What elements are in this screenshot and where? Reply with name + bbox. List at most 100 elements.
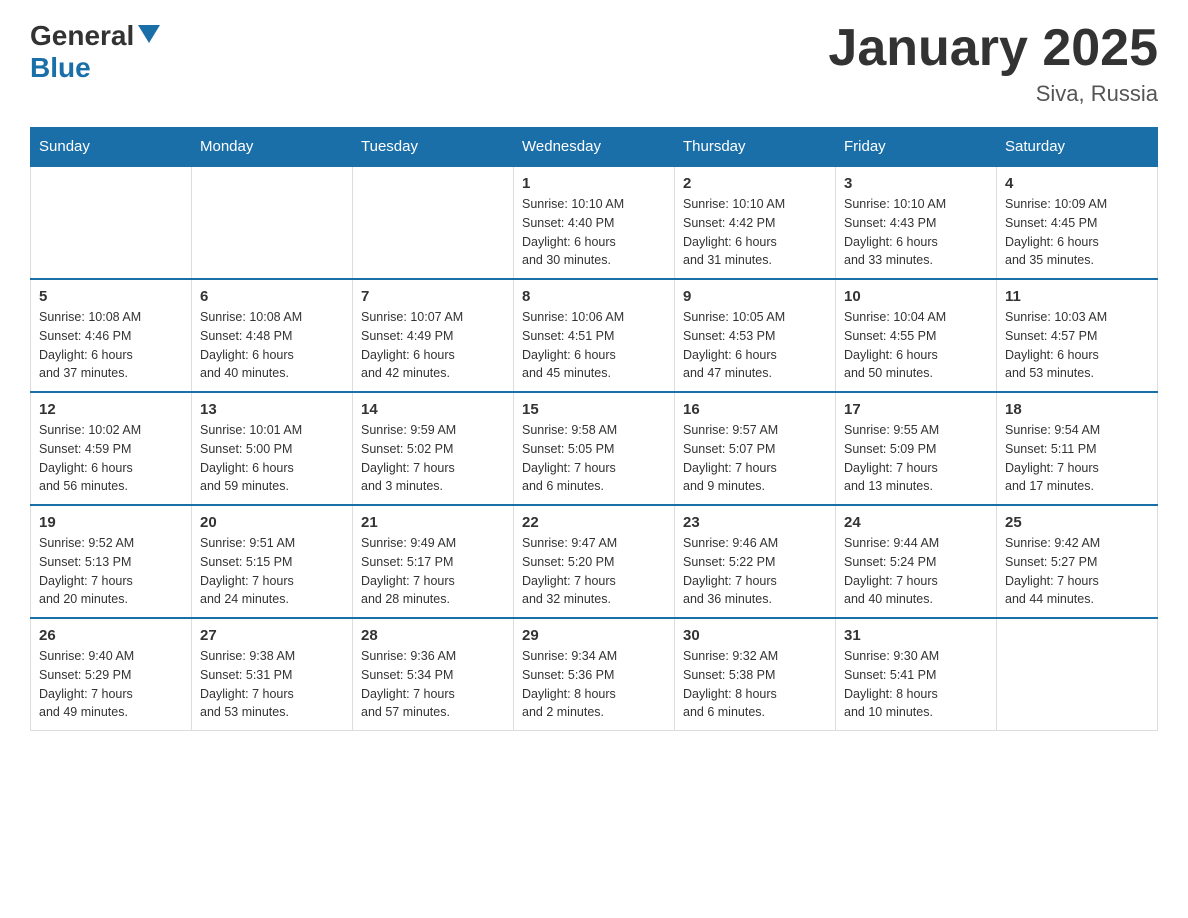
calendar-cell: 31 Sunrise: 9:30 AM Sunset: 5:41 PM Dayli… [836, 618, 997, 731]
day-number: 27 [200, 627, 344, 644]
calendar-subtitle: Siva, Russia [828, 81, 1158, 107]
day-info: Sunrise: 9:59 AM Sunset: 5:02 PM Dayligh… [361, 421, 505, 496]
day-number: 4 [1005, 175, 1149, 192]
day-number: 3 [844, 175, 988, 192]
header-thursday: Thursday [675, 128, 836, 167]
day-number: 7 [361, 288, 505, 305]
day-number: 18 [1005, 401, 1149, 418]
day-info: Sunrise: 10:05 AM Sunset: 4:53 PM Daylig… [683, 308, 827, 383]
calendar-cell: 8 Sunrise: 10:06 AM Sunset: 4:51 PM Dayli… [514, 279, 675, 392]
calendar-cell: 1Sunrise: 10:10 AM Sunset: 4:40 PM Dayli… [514, 166, 675, 279]
day-info: Sunrise: 9:55 AM Sunset: 5:09 PM Dayligh… [844, 421, 988, 496]
day-number: 19 [39, 514, 183, 531]
day-info: Sunrise: 10:10 AM Sunset: 4:40 PM Daylig… [522, 195, 666, 270]
day-number: 11 [1005, 288, 1149, 305]
day-info: Sunrise: 9:36 AM Sunset: 5:34 PM Dayligh… [361, 647, 505, 722]
day-number: 8 [522, 288, 666, 305]
day-number: 13 [200, 401, 344, 418]
day-info: Sunrise: 10:07 AM Sunset: 4:49 PM Daylig… [361, 308, 505, 383]
calendar-cell [31, 166, 192, 279]
week-row-4: 19 Sunrise: 9:52 AM Sunset: 5:13 PM Dayli… [31, 505, 1158, 618]
calendar-cell: 17 Sunrise: 9:55 AM Sunset: 5:09 PM Dayli… [836, 392, 997, 505]
day-info: Sunrise: 9:38 AM Sunset: 5:31 PM Dayligh… [200, 647, 344, 722]
day-info: Sunrise: 10:09 AM Sunset: 4:45 PM Daylig… [1005, 195, 1149, 270]
calendar-cell: 10 Sunrise: 10:04 AM Sunset: 4:55 PM Dayl… [836, 279, 997, 392]
day-number: 10 [844, 288, 988, 305]
calendar-cell: 6 Sunrise: 10:08 AM Sunset: 4:48 PM Dayli… [192, 279, 353, 392]
day-number: 21 [361, 514, 505, 531]
day-info: Sunrise: 9:46 AM Sunset: 5:22 PM Dayligh… [683, 534, 827, 609]
week-row-2: 5Sunrise: 10:08 AM Sunset: 4:46 PM Dayli… [31, 279, 1158, 392]
calendar-cell: 30 Sunrise: 9:32 AM Sunset: 5:38 PM Dayli… [675, 618, 836, 731]
day-info: Sunrise: 9:30 AM Sunset: 5:41 PM Dayligh… [844, 647, 988, 722]
calendar-table: SundayMondayTuesdayWednesdayThursdayFrid… [30, 127, 1158, 731]
day-number: 6 [200, 288, 344, 305]
calendar-cell: 23 Sunrise: 9:46 AM Sunset: 5:22 PM Dayli… [675, 505, 836, 618]
day-info: Sunrise: 9:49 AM Sunset: 5:17 PM Dayligh… [361, 534, 505, 609]
calendar-cell: 27 Sunrise: 9:38 AM Sunset: 5:31 PM Dayli… [192, 618, 353, 731]
calendar-cell: 25 Sunrise: 9:42 AM Sunset: 5:27 PM Dayli… [997, 505, 1158, 618]
day-number: 26 [39, 627, 183, 644]
calendar-cell [192, 166, 353, 279]
day-info: Sunrise: 9:57 AM Sunset: 5:07 PM Dayligh… [683, 421, 827, 496]
calendar-cell: 20 Sunrise: 9:51 AM Sunset: 5:15 PM Dayli… [192, 505, 353, 618]
calendar-cell [353, 166, 514, 279]
header-saturday: Saturday [997, 128, 1158, 167]
calendar-cell: 5Sunrise: 10:08 AM Sunset: 4:46 PM Dayli… [31, 279, 192, 392]
calendar-cell: 16Sunrise: 9:57 AM Sunset: 5:07 PM Dayli… [675, 392, 836, 505]
calendar-cell: 28 Sunrise: 9:36 AM Sunset: 5:34 PM Dayli… [353, 618, 514, 731]
header-wednesday: Wednesday [514, 128, 675, 167]
day-number: 23 [683, 514, 827, 531]
calendar-cell: 22Sunrise: 9:47 AM Sunset: 5:20 PM Dayli… [514, 505, 675, 618]
day-number: 24 [844, 514, 988, 531]
day-number: 25 [1005, 514, 1149, 531]
day-number: 17 [844, 401, 988, 418]
day-number: 14 [361, 401, 505, 418]
calendar-cell: 19 Sunrise: 9:52 AM Sunset: 5:13 PM Dayli… [31, 505, 192, 618]
day-info: Sunrise: 9:34 AM Sunset: 5:36 PM Dayligh… [522, 647, 666, 722]
day-info: Sunrise: 10:08 AM Sunset: 4:48 PM Daylig… [200, 308, 344, 383]
day-info: Sunrise: 9:32 AM Sunset: 5:38 PM Dayligh… [683, 647, 827, 722]
calendar-cell: 24 Sunrise: 9:44 AM Sunset: 5:24 PM Dayli… [836, 505, 997, 618]
calendar-cell: 4 Sunrise: 10:09 AM Sunset: 4:45 PM Dayli… [997, 166, 1158, 279]
calendar-cell: 21 Sunrise: 9:49 AM Sunset: 5:17 PM Dayli… [353, 505, 514, 618]
header-friday: Friday [836, 128, 997, 167]
logo: General Blue [30, 20, 160, 84]
day-number: 30 [683, 627, 827, 644]
page-header: General Blue January 2025 Siva, Russia [30, 20, 1158, 107]
calendar-cell: 7 Sunrise: 10:07 AM Sunset: 4:49 PM Dayli… [353, 279, 514, 392]
day-info: Sunrise: 10:10 AM Sunset: 4:42 PM Daylig… [683, 195, 827, 270]
calendar-title: January 2025 [828, 20, 1158, 77]
day-number: 31 [844, 627, 988, 644]
day-number: 20 [200, 514, 344, 531]
day-number: 22 [522, 514, 666, 531]
week-row-3: 12Sunrise: 10:02 AM Sunset: 4:59 PM Dayl… [31, 392, 1158, 505]
day-info: Sunrise: 10:03 AM Sunset: 4:57 PM Daylig… [1005, 308, 1149, 383]
day-info: Sunrise: 10:10 AM Sunset: 4:43 PM Daylig… [844, 195, 988, 270]
day-info: Sunrise: 9:51 AM Sunset: 5:15 PM Dayligh… [200, 534, 344, 609]
week-row-1: 1Sunrise: 10:10 AM Sunset: 4:40 PM Dayli… [31, 166, 1158, 279]
day-info: Sunrise: 9:40 AM Sunset: 5:29 PM Dayligh… [39, 647, 183, 722]
day-number: 15 [522, 401, 666, 418]
logo-general-text: General [30, 20, 134, 52]
calendar-cell: 3 Sunrise: 10:10 AM Sunset: 4:43 PM Dayli… [836, 166, 997, 279]
calendar-cell: 14 Sunrise: 9:59 AM Sunset: 5:02 PM Dayli… [353, 392, 514, 505]
day-info: Sunrise: 10:04 AM Sunset: 4:55 PM Daylig… [844, 308, 988, 383]
day-info: Sunrise: 9:52 AM Sunset: 5:13 PM Dayligh… [39, 534, 183, 609]
day-number: 2 [683, 175, 827, 192]
calendar-cell: 11 Sunrise: 10:03 AM Sunset: 4:57 PM Dayl… [997, 279, 1158, 392]
day-number: 9 [683, 288, 827, 305]
header-sunday: Sunday [31, 128, 192, 167]
day-number: 28 [361, 627, 505, 644]
header-tuesday: Tuesday [353, 128, 514, 167]
calendar-cell: 26 Sunrise: 9:40 AM Sunset: 5:29 PM Dayli… [31, 618, 192, 731]
day-info: Sunrise: 10:06 AM Sunset: 4:51 PM Daylig… [522, 308, 666, 383]
header-monday: Monday [192, 128, 353, 167]
day-info: Sunrise: 9:44 AM Sunset: 5:24 PM Dayligh… [844, 534, 988, 609]
day-info: Sunrise: 9:42 AM Sunset: 5:27 PM Dayligh… [1005, 534, 1149, 609]
day-number: 12 [39, 401, 183, 418]
day-number: 29 [522, 627, 666, 644]
day-info: Sunrise: 10:08 AM Sunset: 4:46 PM Daylig… [39, 308, 183, 383]
calendar-cell: 13Sunrise: 10:01 AM Sunset: 5:00 PM Dayl… [192, 392, 353, 505]
calendar-header-row: SundayMondayTuesdayWednesdayThursdayFrid… [31, 128, 1158, 167]
